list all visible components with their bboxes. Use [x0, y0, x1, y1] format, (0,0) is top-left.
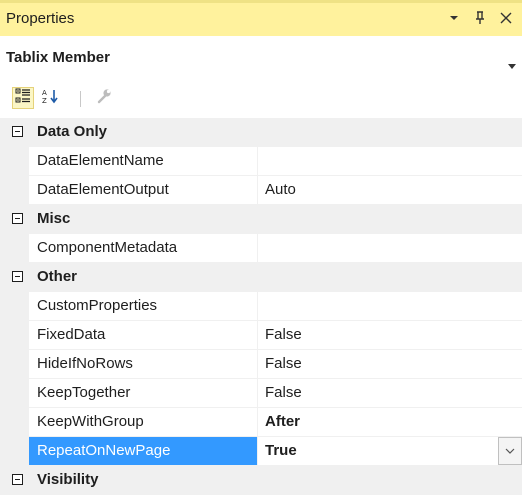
property-value[interactable]: False: [259, 350, 522, 378]
property-value[interactable]: False: [259, 379, 522, 407]
property-name[interactable]: KeepTogether: [29, 379, 258, 407]
auto-hide-pin-icon[interactable]: [472, 9, 488, 27]
property-value[interactable]: [259, 234, 522, 262]
row-margin: [0, 292, 29, 321]
categorized-button[interactable]: [12, 87, 34, 109]
window-position-dropdown-icon[interactable]: [446, 9, 462, 27]
property-value[interactable]: After: [259, 408, 522, 436]
category-row[interactable]: Data Only: [0, 118, 522, 147]
collapse-icon[interactable]: [12, 126, 23, 137]
svg-text:Z: Z: [42, 97, 47, 104]
property-row[interactable]: ComponentMetadata: [0, 234, 522, 263]
toolbar-separator: [80, 91, 81, 107]
collapse-icon[interactable]: [12, 474, 23, 485]
property-row[interactable]: FixedData False: [0, 321, 522, 350]
titlebar-controls: [446, 9, 514, 27]
object-selector[interactable]: Tablix Member: [0, 44, 522, 74]
chevron-down-icon[interactable]: [508, 56, 516, 73]
category-row[interactable]: Other: [0, 263, 522, 292]
category-label: Misc: [37, 210, 71, 227]
row-margin: [0, 379, 29, 408]
category-label: Visibility: [37, 471, 99, 488]
chevron-down-icon: [505, 448, 515, 454]
row-margin: [0, 437, 29, 466]
property-name[interactable]: CustomProperties: [29, 292, 258, 320]
row-margin: [0, 321, 29, 350]
properties-toolbar: A Z: [0, 80, 522, 116]
close-icon[interactable]: [498, 9, 514, 27]
property-row[interactable]: RepeatOnNewPage True: [0, 437, 522, 466]
category-row[interactable]: Misc: [0, 205, 522, 234]
property-value[interactable]: [259, 292, 522, 320]
row-margin: [0, 147, 29, 176]
category-label: Data Only: [37, 123, 108, 140]
alphabetical-button[interactable]: A Z: [40, 87, 62, 109]
property-pages-button[interactable]: [93, 87, 115, 109]
selected-object-name: Tablix Member: [6, 49, 110, 66]
property-name[interactable]: DataElementName: [29, 147, 258, 175]
property-value[interactable]: False: [259, 321, 522, 349]
property-name[interactable]: FixedData: [29, 321, 258, 349]
collapse-icon[interactable]: [12, 271, 23, 282]
property-name[interactable]: KeepWithGroup: [29, 408, 258, 436]
wrench-icon: [96, 88, 112, 108]
property-name[interactable]: HideIfNoRows: [29, 350, 258, 378]
category-label: Other: [37, 268, 78, 285]
property-grid: Data Only DataElementName DataElementOutpu…: [0, 118, 522, 495]
row-margin: [0, 350, 29, 379]
property-row[interactable]: DataElementName: [0, 147, 522, 176]
property-name[interactable]: ComponentMetadata: [29, 234, 258, 262]
window-title: Properties: [6, 10, 75, 27]
property-row[interactable]: DataElementOutput Auto: [0, 176, 522, 205]
property-row[interactable]: CustomProperties: [0, 292, 522, 321]
property-value[interactable]: True: [259, 437, 522, 465]
collapse-icon[interactable]: [12, 213, 23, 224]
svg-text:A: A: [42, 89, 47, 97]
property-value[interactable]: [259, 147, 522, 175]
property-row[interactable]: KeepTogether False: [0, 379, 522, 408]
properties-window-titlebar: Properties: [0, 0, 522, 36]
row-margin: [0, 408, 29, 437]
categorized-icon: [15, 88, 31, 108]
row-margin: [0, 176, 29, 205]
row-margin: [0, 234, 29, 263]
alphabetical-sort-icon: A Z: [42, 88, 60, 108]
value-dropdown-button[interactable]: [498, 437, 522, 465]
property-row[interactable]: HideIfNoRows False: [0, 350, 522, 379]
property-value[interactable]: Auto: [259, 176, 522, 204]
property-row[interactable]: KeepWithGroup After: [0, 408, 522, 437]
property-name[interactable]: DataElementOutput: [29, 176, 258, 204]
property-name[interactable]: RepeatOnNewPage: [29, 437, 258, 465]
